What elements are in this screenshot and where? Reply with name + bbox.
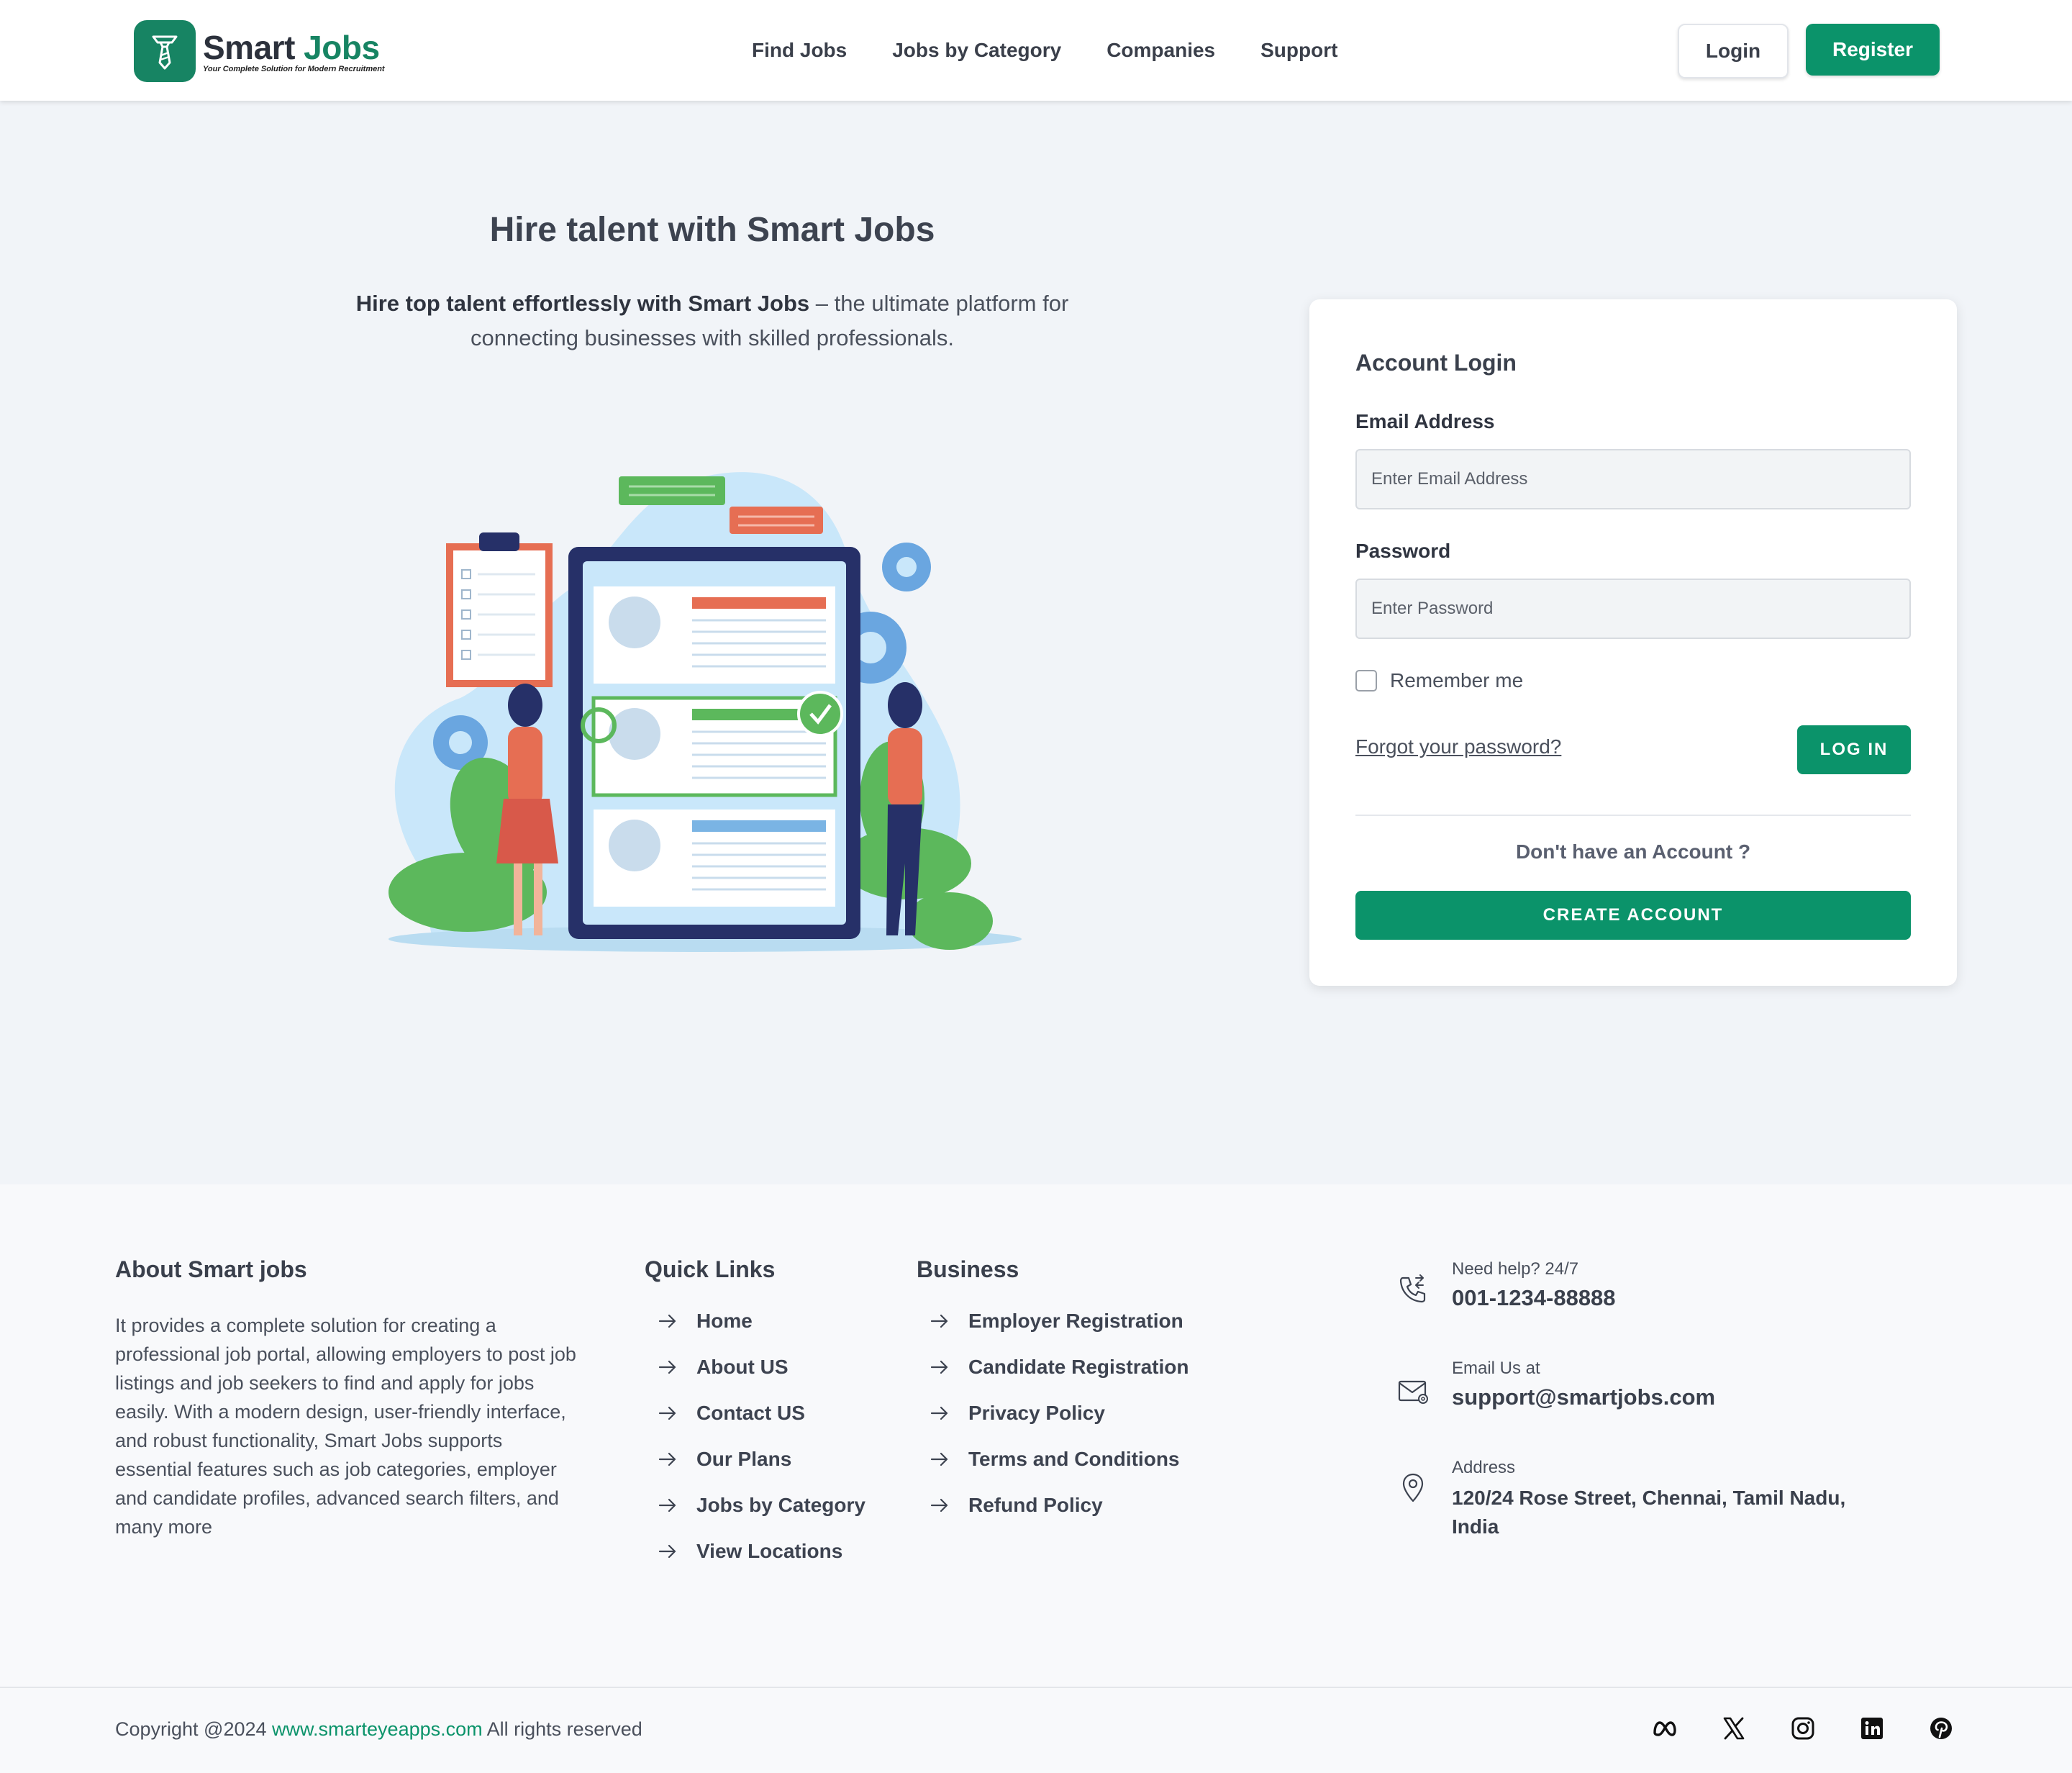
business-link-label: Employer Registration	[968, 1310, 1183, 1332]
linkedin-icon[interactable]	[1859, 1715, 1885, 1741]
forgot-password-link[interactable]: Forgot your password?	[1355, 735, 1561, 758]
arrow-right-icon	[658, 1406, 676, 1420]
hero-title: Hire talent with Smart Jobs	[489, 211, 935, 249]
remember-me[interactable]: Remember me	[1355, 669, 1523, 692]
quick-link-label: Home	[696, 1310, 753, 1332]
support-email[interactable]: support@smartjobs.com	[1452, 1384, 1715, 1410]
site-link[interactable]: www.smarteyeapps.com	[272, 1718, 483, 1740]
no-account-text: Don't have an Account ?	[1515, 840, 1751, 863]
quick-links-title: Quick Links	[645, 1256, 776, 1282]
email-label: Email Address	[1355, 410, 1495, 432]
business-link-refund[interactable]: Refund Policy	[917, 1482, 1189, 1528]
copyright: Copyright @2024 www.smarteyeapps.com All…	[115, 1718, 642, 1741]
x-icon[interactable]	[1721, 1715, 1747, 1741]
footer: About Smart jobs It provides a complete …	[0, 1184, 2072, 1687]
arrow-right-icon	[658, 1452, 676, 1466]
arrow-right-icon	[930, 1360, 948, 1374]
hero-description-bold: Hire top talent effortlessly with Smart …	[355, 291, 810, 316]
address-label: Address	[1452, 1458, 1516, 1477]
logo-name-second: Jobs	[304, 29, 380, 66]
card-divider	[1355, 815, 1911, 816]
address-text: 120/24 Rose Street, Chennai, Tamil Nadu,…	[1452, 1487, 1846, 1538]
login-submit-button[interactable]: LOG IN	[1797, 725, 1911, 774]
arrow-right-icon	[930, 1406, 948, 1420]
arrow-right-icon	[658, 1544, 676, 1559]
arrow-right-icon	[658, 1498, 676, 1513]
login-card-title: Account Login	[1355, 350, 1517, 376]
login-card: Account Login Email Address Password Rem…	[1309, 299, 1957, 986]
create-account-button[interactable]: CREATE ACCOUNT	[1355, 891, 1911, 940]
quick-link-home[interactable]: Home	[645, 1298, 865, 1344]
quick-link-contact[interactable]: Contact US	[645, 1390, 865, 1436]
business-link-label: Terms and Conditions	[968, 1448, 1180, 1470]
business-links-list: Employer Registration Candidate Registra…	[917, 1298, 1189, 1528]
logo-tagline: Your Complete Solution for Modern Recrui…	[203, 65, 385, 73]
header-login-button[interactable]: Login	[1678, 24, 1789, 78]
top-header: Smart Jobs Your Complete Solution for Mo…	[0, 0, 2072, 101]
location-pin-icon	[1402, 1473, 1424, 1502]
quick-link-label: Jobs by Category	[696, 1494, 865, 1516]
about-title: About Smart jobs	[115, 1256, 307, 1282]
copyright-suffix: All rights reserved	[482, 1718, 642, 1740]
main-nav: Find Jobs Jobs by Category Companies Sup…	[752, 0, 1337, 101]
logo-wordmark: Smart Jobs Your Complete Solution for Mo…	[203, 29, 385, 73]
email-us-label: Email Us at	[1452, 1359, 1540, 1378]
remember-me-checkbox[interactable]	[1355, 670, 1377, 691]
instagram-icon[interactable]	[1790, 1715, 1816, 1741]
quick-link-label: Contact US	[696, 1402, 805, 1424]
quick-link-label: View Locations	[696, 1540, 843, 1562]
about-text: It provides a complete solution for crea…	[115, 1315, 576, 1538]
bottom-bar: Copyright @2024 www.smarteyeapps.com All…	[0, 1687, 2072, 1773]
business-link-candidate-registration[interactable]: Candidate Registration	[917, 1344, 1189, 1390]
logo-name-first: Smart	[203, 29, 295, 66]
copyright-prefix: Copyright @2024	[115, 1718, 273, 1740]
nav-companies[interactable]: Companies	[1107, 39, 1215, 62]
quick-link-label: About US	[696, 1356, 789, 1378]
social-links	[1652, 1715, 1954, 1741]
email-input[interactable]	[1355, 449, 1911, 509]
remember-me-label: Remember me	[1390, 669, 1524, 691]
password-input[interactable]	[1355, 579, 1911, 639]
business-link-employer-registration[interactable]: Employer Registration	[917, 1298, 1189, 1344]
business-link-label: Privacy Policy	[968, 1402, 1105, 1424]
business-link-terms[interactable]: Terms and Conditions	[917, 1436, 1189, 1482]
business-link-label: Refund Policy	[968, 1494, 1103, 1516]
pinterest-icon[interactable]	[1928, 1715, 1954, 1741]
hiring-illustration	[388, 472, 1022, 952]
help-label: Need help? 24/7	[1452, 1259, 1579, 1279]
arrow-right-icon	[658, 1314, 676, 1328]
tie-logo-icon	[134, 20, 196, 82]
quick-link-plans[interactable]: Our Plans	[645, 1436, 865, 1482]
hero-description: Hire top talent effortlessly with Smart …	[353, 286, 1072, 355]
arrow-right-icon	[930, 1314, 948, 1328]
logo-name: Smart Jobs	[203, 29, 385, 66]
header-register-button[interactable]: Register	[1806, 24, 1940, 76]
password-label: Password	[1355, 540, 1451, 562]
arrow-right-icon	[930, 1452, 948, 1466]
business-title: Business	[917, 1256, 1019, 1282]
business-link-privacy[interactable]: Privacy Policy	[917, 1390, 1189, 1436]
phone-icon	[1399, 1274, 1426, 1303]
arrow-right-icon	[658, 1360, 676, 1374]
nav-support[interactable]: Support	[1260, 39, 1337, 62]
quick-links-list: Home About US Contact US Our Plans Jobs …	[645, 1298, 865, 1574]
nav-jobs-by-category[interactable]: Jobs by Category	[892, 39, 1061, 62]
mail-icon	[1398, 1380, 1428, 1404]
phone-number[interactable]: 001-1234-88888	[1452, 1285, 1616, 1311]
nav-find-jobs[interactable]: Find Jobs	[752, 39, 847, 62]
business-link-label: Candidate Registration	[968, 1356, 1189, 1378]
arrow-right-icon	[930, 1498, 948, 1513]
quick-link-locations[interactable]: View Locations	[645, 1528, 865, 1574]
quick-link-label: Our Plans	[696, 1448, 792, 1470]
meta-icon[interactable]	[1652, 1715, 1678, 1741]
site-logo[interactable]: Smart Jobs Your Complete Solution for Mo…	[134, 20, 385, 82]
quick-link-jobs-category[interactable]: Jobs by Category	[645, 1482, 865, 1528]
quick-link-about[interactable]: About US	[645, 1344, 865, 1390]
